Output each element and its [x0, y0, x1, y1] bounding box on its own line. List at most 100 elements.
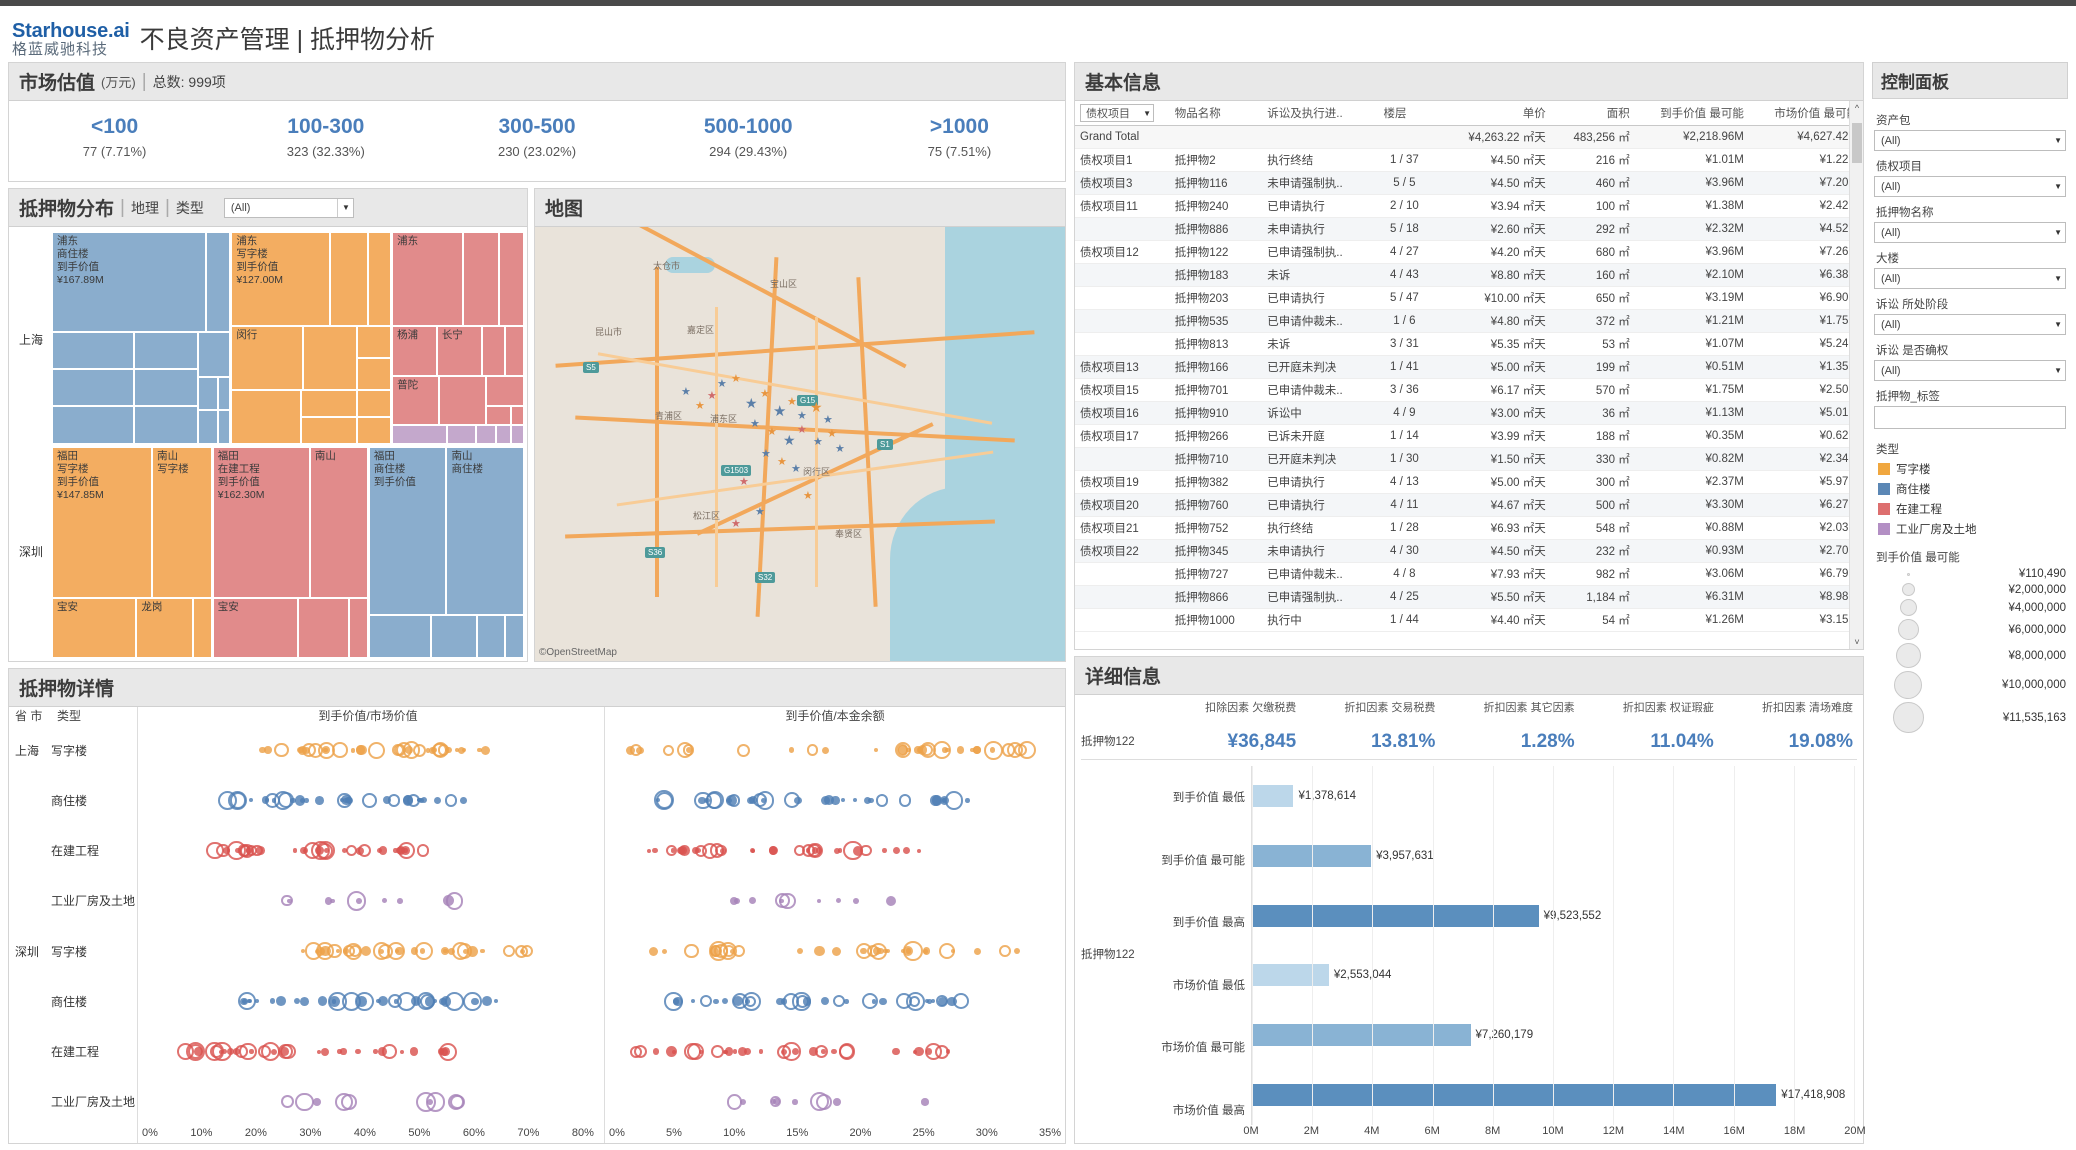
treemap-cell[interactable]	[357, 359, 391, 390]
scatter-point[interactable]	[300, 996, 309, 1006]
table-row[interactable]: 抵押物710 已开庭未判决 1 / 30 ¥1.50 ㎡天 330 ㎡ ¥0.82M ¥2.…	[1075, 447, 1863, 471]
scroll-down-icon[interactable]: ˅	[1850, 635, 1863, 649]
scatter-point[interactable]	[808, 844, 821, 857]
scatter-point[interactable]	[833, 1097, 841, 1106]
scatter-point[interactable]	[784, 792, 801, 809]
scatter-point[interactable]	[457, 746, 465, 754]
scatter-point[interactable]	[421, 797, 428, 804]
treemap-cell[interactable]	[53, 369, 133, 406]
scatter-point[interactable]	[814, 945, 825, 957]
treemap-cell[interactable]	[482, 326, 504, 376]
scatter-point[interactable]	[873, 748, 878, 753]
scatter-point[interactable]	[290, 797, 296, 804]
scatter-point[interactable]	[420, 993, 436, 1009]
scatter-point[interactable]	[293, 998, 300, 1005]
table-row[interactable]: 债权项目19 抵押物382 已申请执行 4 / 13 ¥5.00 ㎡天 300 ㎡ ¥2.3…	[1075, 470, 1863, 494]
scatter-point[interactable]	[519, 948, 525, 954]
filter-select-collateral-name[interactable]: (All) ▼	[1874, 222, 2066, 243]
scatter-point[interactable]	[748, 897, 756, 905]
treemap-cell[interactable]	[53, 407, 133, 443]
filter-select-building[interactable]: (All) ▼	[1874, 268, 2066, 289]
scatter-point[interactable]	[664, 991, 684, 1011]
scatter-point[interactable]	[726, 795, 737, 806]
col-header-market-value[interactable]: 市场价值 最可能	[1748, 101, 1863, 126]
filter-select-rights-confirmed[interactable]: (All) ▼	[1874, 360, 2066, 381]
scatter-point[interactable]	[317, 1049, 322, 1054]
map-marker[interactable]: ★	[810, 399, 823, 416]
table-row[interactable]: 债权项目22 抵押物345 未申请执行 4 / 30 ¥4.50 ㎡天 232 ㎡ ¥0.9…	[1075, 539, 1863, 563]
col-header-area[interactable]: 面积	[1550, 101, 1635, 126]
scatter-row[interactable]: 深圳 写字楼	[9, 926, 137, 976]
scatter-point[interactable]	[362, 792, 378, 808]
treemap-cell[interactable]: 宝安	[53, 598, 136, 657]
map-marker[interactable]: ★	[797, 409, 807, 422]
scatter-point[interactable]	[477, 748, 482, 753]
scatter-point[interactable]	[809, 1047, 818, 1056]
treemap-cell[interactable]: 宝安	[213, 598, 297, 657]
treemap-cell[interactable]	[198, 411, 217, 443]
scatter-point[interactable]	[652, 1048, 660, 1055]
scatter-point[interactable]	[355, 1048, 361, 1055]
legend-item[interactable]: 商住楼	[1878, 481, 2066, 497]
kpi-bucket[interactable]: >1000 75 (7.51%)	[854, 115, 1065, 159]
table-row[interactable]: 抵押物203 已申请执行 5 / 47 ¥10.00 ㎡天 650 ㎡ ¥3.19M ¥6.…	[1075, 286, 1863, 310]
scatter-point[interactable]	[1017, 740, 1037, 760]
filter-select-credit-project[interactable]: (All) ▼	[1874, 176, 2066, 197]
legend-item[interactable]: 工业厂房及土地	[1878, 521, 2066, 537]
scatter-row[interactable]: 上海 写字楼	[9, 725, 137, 775]
table-row[interactable]: 抵押物727 已申请仲裁未.. 4 / 8 ¥7.93 ㎡天 982 ㎡ ¥3.06M ¥6…	[1075, 562, 1863, 586]
treemap-cell[interactable]	[349, 598, 367, 657]
scatter-point[interactable]	[844, 999, 849, 1004]
map-marker[interactable]: ★	[823, 413, 833, 426]
scatter-point[interactable]	[832, 995, 845, 1008]
scatter-point[interactable]	[683, 744, 695, 756]
scatter-point[interactable]	[281, 1095, 295, 1109]
map-marker[interactable]: ★	[767, 425, 777, 438]
scatter-point[interactable]	[905, 991, 926, 1012]
map-marker[interactable]: ★	[803, 489, 813, 502]
scatter-point[interactable]	[433, 796, 442, 805]
scatter-point[interactable]	[782, 1042, 801, 1061]
map-canvas[interactable]: S5 G15 S1 G1503 S36 S32 太仓市 昆山市 嘉定区 宝山区 …	[535, 227, 1065, 661]
map-marker[interactable]: ★	[731, 517, 741, 530]
scatter-point[interactable]	[965, 798, 970, 803]
scatter-point[interactable]	[906, 747, 911, 753]
table-scrollbar[interactable]: ^ ˅	[1849, 101, 1863, 649]
scatter-point[interactable]	[410, 1047, 419, 1056]
scatter-point[interactable]	[447, 947, 455, 955]
scatter-point[interactable]	[871, 999, 877, 1004]
scatter-point[interactable]	[930, 999, 936, 1004]
scatter-row[interactable]: 商住楼	[9, 775, 137, 825]
scatter-point[interactable]	[788, 747, 795, 754]
treemap-cell[interactable]	[198, 378, 217, 410]
scatter-point[interactable]	[713, 998, 719, 1005]
bar[interactable]	[1252, 1024, 1471, 1047]
treemap-cell[interactable]	[298, 598, 348, 657]
scatter-point[interactable]	[663, 744, 675, 756]
scatter-point[interactable]	[902, 846, 911, 855]
bar[interactable]	[1252, 784, 1294, 807]
scatter-point[interactable]	[397, 898, 403, 904]
col-header-item[interactable]: 物品名称	[1169, 101, 1263, 126]
scatter-point[interactable]	[690, 999, 696, 1004]
map-marker[interactable]: ★	[791, 462, 801, 475]
map-marker[interactable]: ★	[755, 505, 765, 518]
scatter-point[interactable]	[931, 795, 943, 806]
scatter-point[interactable]	[234, 1045, 248, 1058]
scatter-point[interactable]	[852, 798, 857, 803]
scatter-point[interactable]	[399, 1049, 404, 1054]
table-row[interactable]: 债权项目1 抵押物2 执行终结 1 / 37 ¥4.50 ㎡天 216 ㎡ ¥1.01M ¥1…	[1075, 148, 1863, 172]
scatter-point[interactable]	[470, 997, 479, 1006]
scatter-point[interactable]	[494, 999, 499, 1004]
map-marker[interactable]: ★	[760, 387, 770, 400]
treemap-cell[interactable]	[505, 326, 523, 376]
treemap-cell[interactable]	[497, 426, 511, 443]
treemap-cell[interactable]	[440, 377, 486, 425]
bar[interactable]	[1252, 904, 1539, 927]
treemap-cell[interactable]	[302, 391, 357, 416]
scatter-point[interactable]	[726, 1094, 742, 1110]
treemap-cell[interactable]	[369, 615, 431, 657]
table-row[interactable]: 债权项目11 抵押物240 已申请执行 2 / 10 ¥3.94 ㎡天 100 ㎡ ¥1.3…	[1075, 194, 1863, 218]
scatter-point[interactable]	[796, 948, 803, 955]
legend-item[interactable]: 在建工程	[1878, 501, 2066, 517]
